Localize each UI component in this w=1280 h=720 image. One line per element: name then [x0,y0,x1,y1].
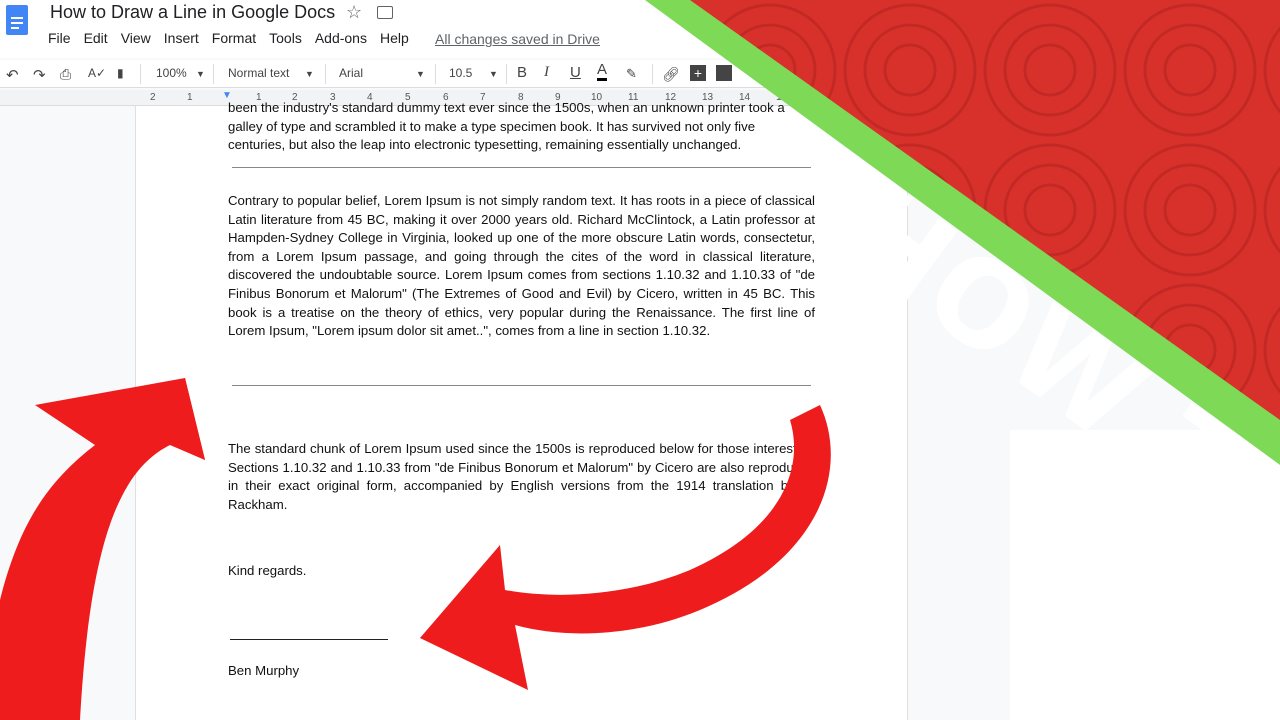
menu-help[interactable]: Help [380,30,409,46]
link-icon[interactable]: 🔗︎ [662,66,680,83]
menu-file[interactable]: File [48,30,71,46]
toolbar: ↶ ↷ ⎙ A✓ ▮ 100% ▼ Normal text ▼ Arial ▼ … [0,60,1280,88]
insert-image-icon[interactable] [716,65,732,81]
save-status-link[interactable]: All changes saved in Drive [435,31,600,47]
menu-bar: File Edit View Insert Format Tools Add-o… [48,30,422,46]
menu-insert[interactable]: Insert [164,30,199,46]
text-color-button[interactable]: A [597,62,608,81]
print-icon[interactable]: ⎙ [60,66,71,83]
paint-format-icon[interactable]: ▮ [117,66,124,80]
spellcheck-icon[interactable]: A✓ [88,66,106,80]
zoom-select[interactable]: 100% [156,66,187,80]
redo-icon[interactable]: ↷ [33,66,46,84]
chevron-down-icon: ▼ [305,69,314,79]
paragraph-2[interactable]: Contrary to popular belief, Lorem Ipsum … [228,192,815,341]
font-size-select[interactable]: 10.5 [449,66,472,80]
chevron-down-icon: ▼ [416,69,425,79]
menu-edit[interactable]: Edit [84,30,108,46]
menu-format[interactable]: Format [212,30,256,46]
style-select[interactable]: Normal text [228,66,289,80]
paragraph-3[interactable]: The standard chunk of Lorem Ipsum used s… [228,440,815,514]
horizontal-line [232,167,811,168]
highlight-icon[interactable]: ✎ [626,66,637,82]
bold-button[interactable]: B [517,64,527,81]
signature-name[interactable]: Ben Murphy [228,662,815,681]
italic-button[interactable]: I [544,64,549,81]
paragraph-1[interactable]: been the industry's standard dummy text … [228,99,815,156]
signature-line [230,639,388,640]
chevron-down-icon: ▼ [489,69,498,79]
star-icon[interactable]: ☆ [346,2,362,23]
docs-header: How to Draw a Line in Google Docs ☆ File… [0,0,1280,58]
closing-text[interactable]: Kind regards. [228,562,815,581]
google-docs-logo-icon[interactable] [6,5,28,35]
undo-icon[interactable]: ↶ [6,66,19,84]
font-select[interactable]: Arial [339,66,363,80]
add-comment-icon[interactable]: + [690,65,706,81]
chevron-down-icon: ▼ [196,69,205,79]
underline-button[interactable]: U [570,64,581,81]
menu-view[interactable]: View [121,30,151,46]
document-title[interactable]: How to Draw a Line in Google Docs [50,2,335,23]
menu-addons[interactable]: Add-ons [315,30,367,46]
menu-tools[interactable]: Tools [269,30,302,46]
horizontal-line [232,385,811,386]
move-folder-icon[interactable] [377,6,393,19]
